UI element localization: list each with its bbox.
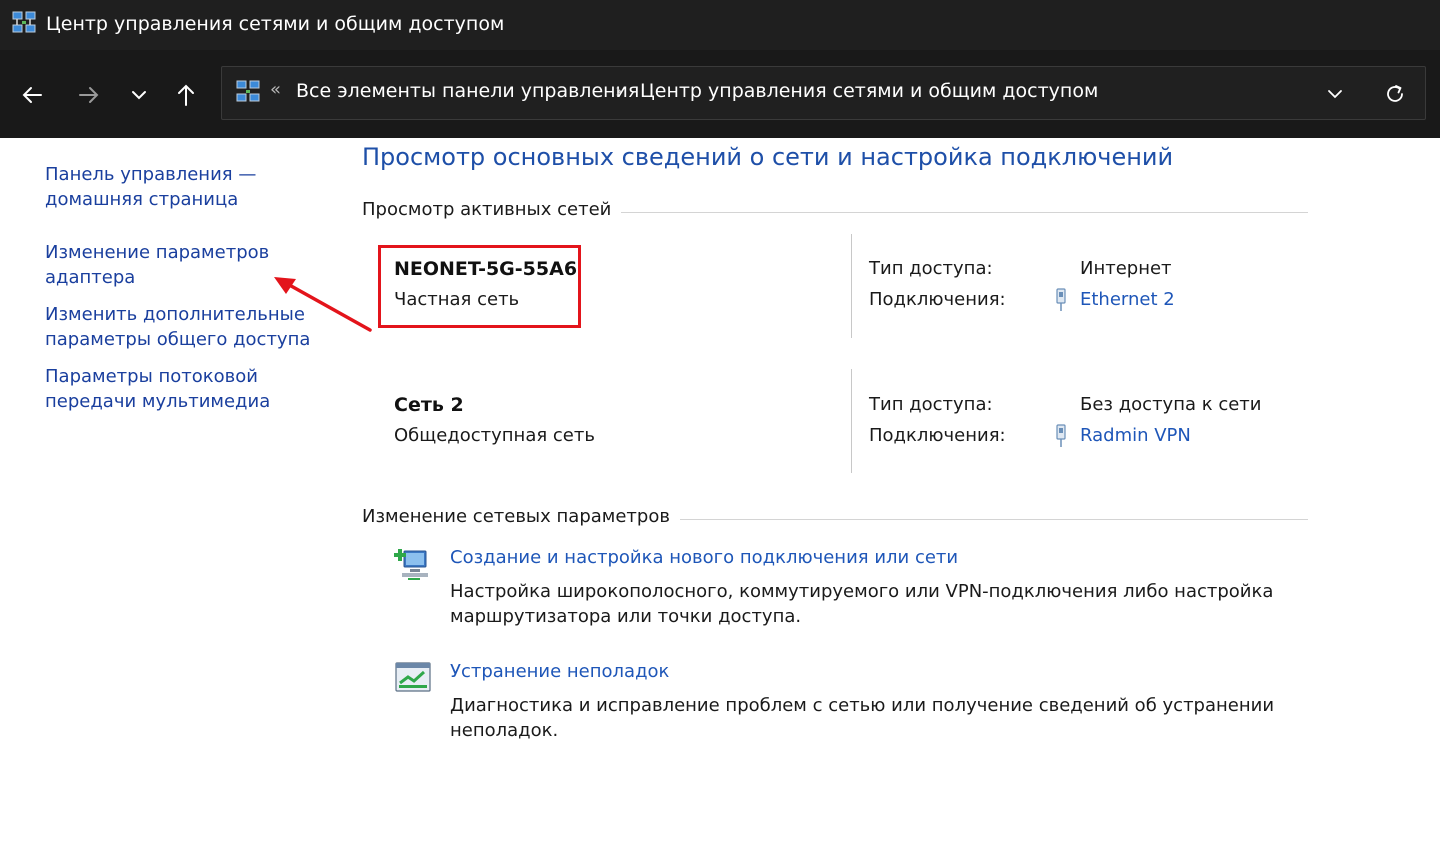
network-name: Сеть 2 (394, 394, 464, 416)
sidebar-item-label: передачи мультимедиа (45, 391, 271, 412)
overflow-crumbs-button[interactable]: « (270, 79, 281, 100)
access-type-value: Интернет (1080, 258, 1172, 279)
sidebar-item-label: адаптера (45, 267, 136, 288)
access-type-label: Тип доступа: (869, 258, 993, 279)
annotation-arrow (274, 277, 372, 332)
sidebar-item-label: Изменение параметров (45, 242, 270, 263)
page-title: Просмотр основных сведений о сети и наст… (362, 143, 1174, 171)
active-networks-label: Просмотр активных сетей (362, 199, 622, 220)
breadcrumb-separator[interactable]: › (615, 80, 623, 102)
troubleshoot-icon (395, 662, 431, 692)
divider (851, 369, 852, 473)
sidebar-item-label: Изменить дополнительные (45, 304, 305, 325)
network-name: NEONET-5G-55A6 (394, 258, 578, 280)
ethernet-adapter-icon (1056, 424, 1066, 447)
address-bar[interactable]: « Все элементы панели управления › Центр… (221, 66, 1426, 120)
network-center-icon (12, 11, 36, 33)
back-arrow-icon (22, 87, 42, 103)
connection-link-radmin-vpn[interactable]: Radmin VPN (1080, 425, 1191, 446)
new-connection-icon (394, 549, 428, 580)
network-center-icon (236, 80, 260, 102)
navigation-bar: « Все элементы панели управления › Центр… (0, 50, 1440, 138)
sidebar-item-control-panel-home[interactable]: Панель управления — домашняя страница (45, 162, 325, 212)
troubleshoot-description: Диагностика и исправление проблем с сеть… (450, 693, 1280, 743)
breadcrumb-all-control-panel-items[interactable]: Все элементы панели управления (296, 80, 639, 102)
description-line: Диагностика и исправление проблем с сеть… (450, 695, 1275, 716)
connections-label: Подключения: (869, 425, 1006, 446)
sidebar-item-label: Параметры потоковой (45, 366, 259, 387)
troubleshoot-link[interactable]: Устранение неполадок (450, 661, 669, 682)
chevron-down-icon[interactable] (1322, 81, 1348, 107)
refresh-icon[interactable] (1382, 81, 1408, 107)
recent-locations-button[interactable] (124, 80, 154, 110)
back-button[interactable] (17, 80, 47, 110)
description-line: неполадок. (450, 720, 559, 741)
description-line: маршрутизатора или точки доступа. (450, 606, 802, 627)
description-line: Настройка широкополосного, коммутируемог… (450, 581, 1274, 602)
divider (851, 234, 852, 338)
connection-link-ethernet[interactable]: Ethernet 2 (1080, 289, 1175, 310)
chevron-down-icon (132, 91, 146, 100)
divider (655, 519, 1308, 520)
sidebar-item-label: домашняя страница (45, 189, 239, 210)
access-type-label: Тип доступа: (869, 394, 993, 415)
connections-label: Подключения: (869, 289, 1006, 310)
window-title: Центр управления сетями и общим доступом (46, 13, 505, 35)
change-settings-label: Изменение сетевых параметров (362, 506, 680, 527)
setup-new-connection-link[interactable]: Создание и настройка нового подключения … (450, 547, 958, 568)
divider (600, 212, 1308, 213)
access-type-value: Без доступа к сети (1080, 394, 1262, 415)
setup-new-connection-description: Настройка широкополосного, коммутируемог… (450, 579, 1280, 629)
sidebar-item-media-streaming[interactable]: Параметры потоковой передачи мультимедиа (45, 364, 325, 414)
forward-button[interactable] (74, 80, 104, 110)
up-button[interactable] (171, 80, 201, 110)
network-type-link[interactable]: Общедоступная сеть (394, 425, 595, 446)
ethernet-adapter-icon (1056, 288, 1066, 311)
network-type-link[interactable]: Частная сеть (394, 289, 519, 310)
sidebar-item-label: Панель управления — (45, 164, 257, 185)
title-bar: Центр управления сетями и общим доступом (0, 0, 1440, 50)
forward-arrow-icon (79, 87, 99, 103)
up-arrow-icon (178, 84, 194, 106)
breadcrumb-network-center[interactable]: Центр управления сетями и общим доступом (640, 80, 1098, 102)
